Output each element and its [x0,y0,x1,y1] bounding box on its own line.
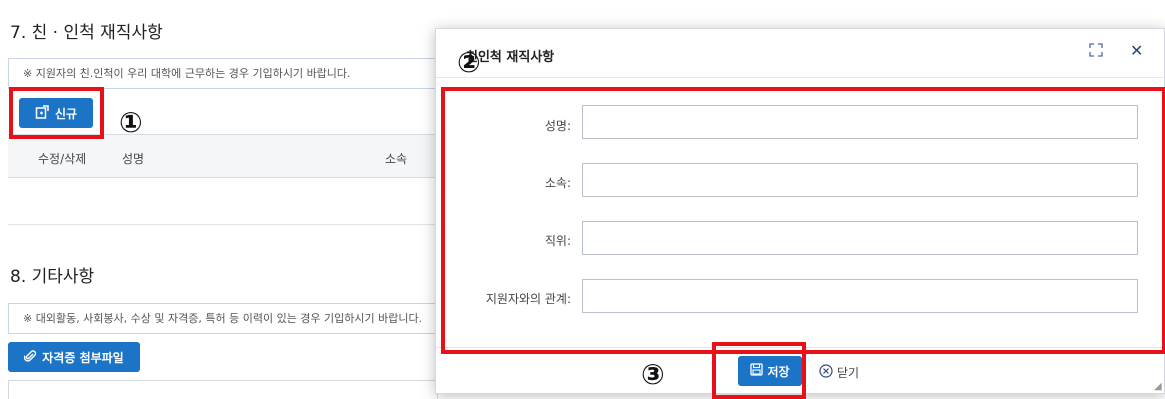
section7-notice: ※ 지원자의 친.인척이 우리 대학에 근무하는 경우 기입하시기 바랍니다. [8,58,438,89]
column-header-edit: 수정/삭제 [38,152,87,166]
circle-x-icon [819,364,833,381]
annotation-marker-2: ② [457,46,481,79]
column-header-affiliation: 소속 [385,152,408,166]
close-button-label: 닫기 [837,366,860,380]
section7-title: 7. 친 · 인척 재직사항 [10,23,163,43]
certificate-attach-label: 자격증 첨부파일 [42,350,124,365]
resize-handle-icon[interactable]: ◢ [1154,381,1162,392]
annotation-marker-1: ① [119,106,143,139]
dialog-header-divider [436,77,1165,78]
column-header-name: 성명 [122,152,145,166]
close-icon[interactable]: ✕ [1130,41,1146,60]
paperclip-icon [24,349,37,366]
annotation-marker-3: ③ [641,358,665,391]
section8-title: 8. 기타사항 [10,267,95,287]
section8-notice: ※ 대외활동, 사회봉사, 수상 및 자격증, 특허 등 이력이 있는 경우 기… [8,303,438,334]
close-button[interactable]: 닫기 [819,364,859,381]
maximize-icon[interactable] [1088,42,1106,60]
relatives-table-header: 수정/삭제 성명 소속 [8,134,438,178]
certificate-attach-button[interactable]: 자격증 첨부파일 [8,342,140,372]
table-bottom-divider [8,224,438,225]
attachment-area [8,380,438,399]
highlight-form-fields [441,87,1165,354]
highlight-new-button [9,87,104,139]
highlight-save-button [712,342,806,399]
